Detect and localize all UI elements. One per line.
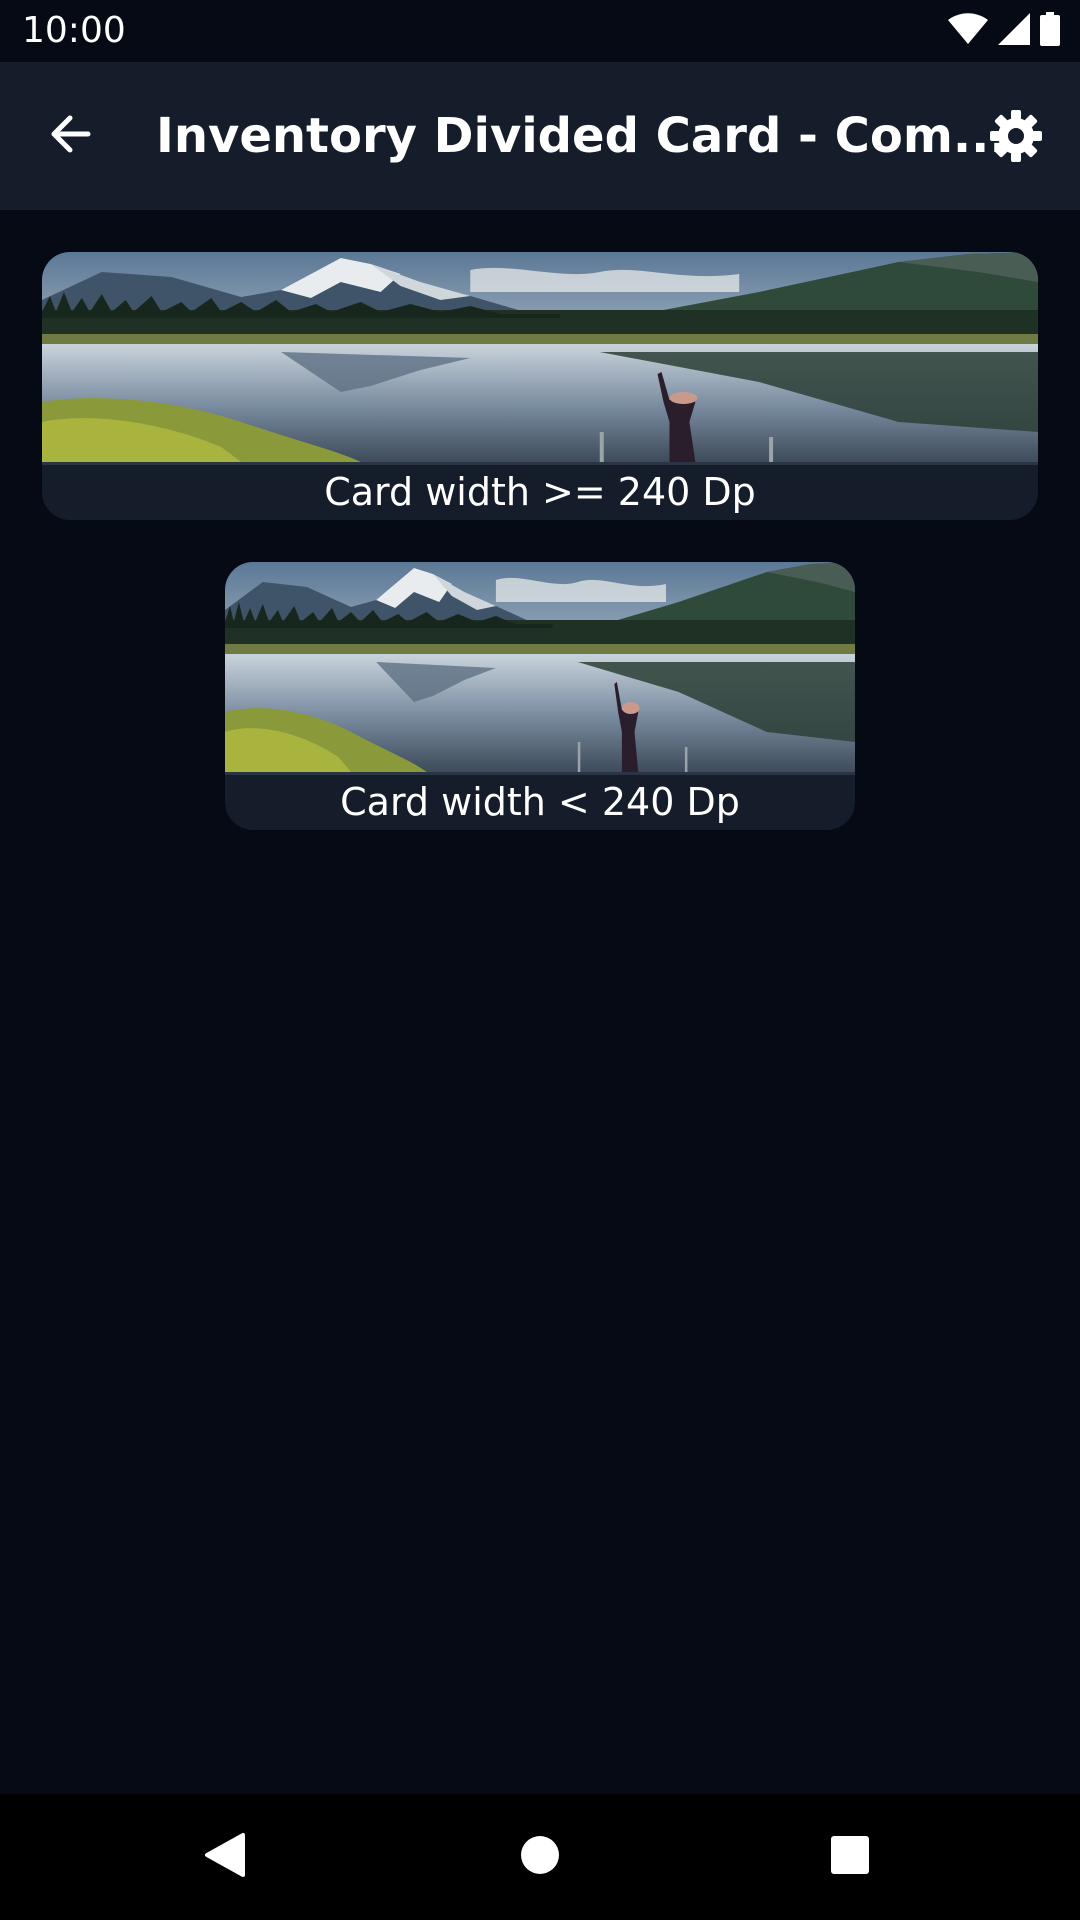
triangle-back-icon bbox=[203, 1831, 247, 1883]
status-time: 10:00 bbox=[22, 10, 126, 51]
gear-icon bbox=[988, 108, 1044, 168]
card-image bbox=[225, 562, 855, 772]
back-button[interactable] bbox=[40, 106, 100, 166]
square-recents-icon bbox=[830, 1835, 870, 1879]
card-label: Card width >= 240 Dp bbox=[324, 470, 756, 514]
page-title: Inventory Divided Card - Com... bbox=[156, 108, 1008, 164]
cell-signal-icon bbox=[998, 13, 1030, 49]
divided-card-narrow[interactable]: Card width < 240 Dp bbox=[225, 562, 855, 830]
battery-icon bbox=[1040, 12, 1060, 50]
nav-back-button[interactable] bbox=[195, 1827, 255, 1887]
app-bar: Inventory Divided Card - Com... bbox=[0, 62, 1080, 210]
divided-card-wide[interactable]: Card width >= 240 Dp bbox=[42, 252, 1038, 520]
card-image bbox=[42, 252, 1038, 462]
wifi-icon bbox=[948, 13, 988, 49]
arrow-back-icon bbox=[46, 110, 94, 162]
settings-button[interactable] bbox=[984, 106, 1048, 170]
status-bar: 10:00 bbox=[0, 0, 1080, 62]
nav-home-button[interactable] bbox=[510, 1827, 570, 1887]
navigation-bar bbox=[0, 1794, 1080, 1920]
nav-recents-button[interactable] bbox=[820, 1827, 880, 1887]
circle-home-icon bbox=[520, 1835, 560, 1879]
status-icons bbox=[948, 12, 1060, 50]
card-label: Card width < 240 Dp bbox=[340, 780, 740, 824]
